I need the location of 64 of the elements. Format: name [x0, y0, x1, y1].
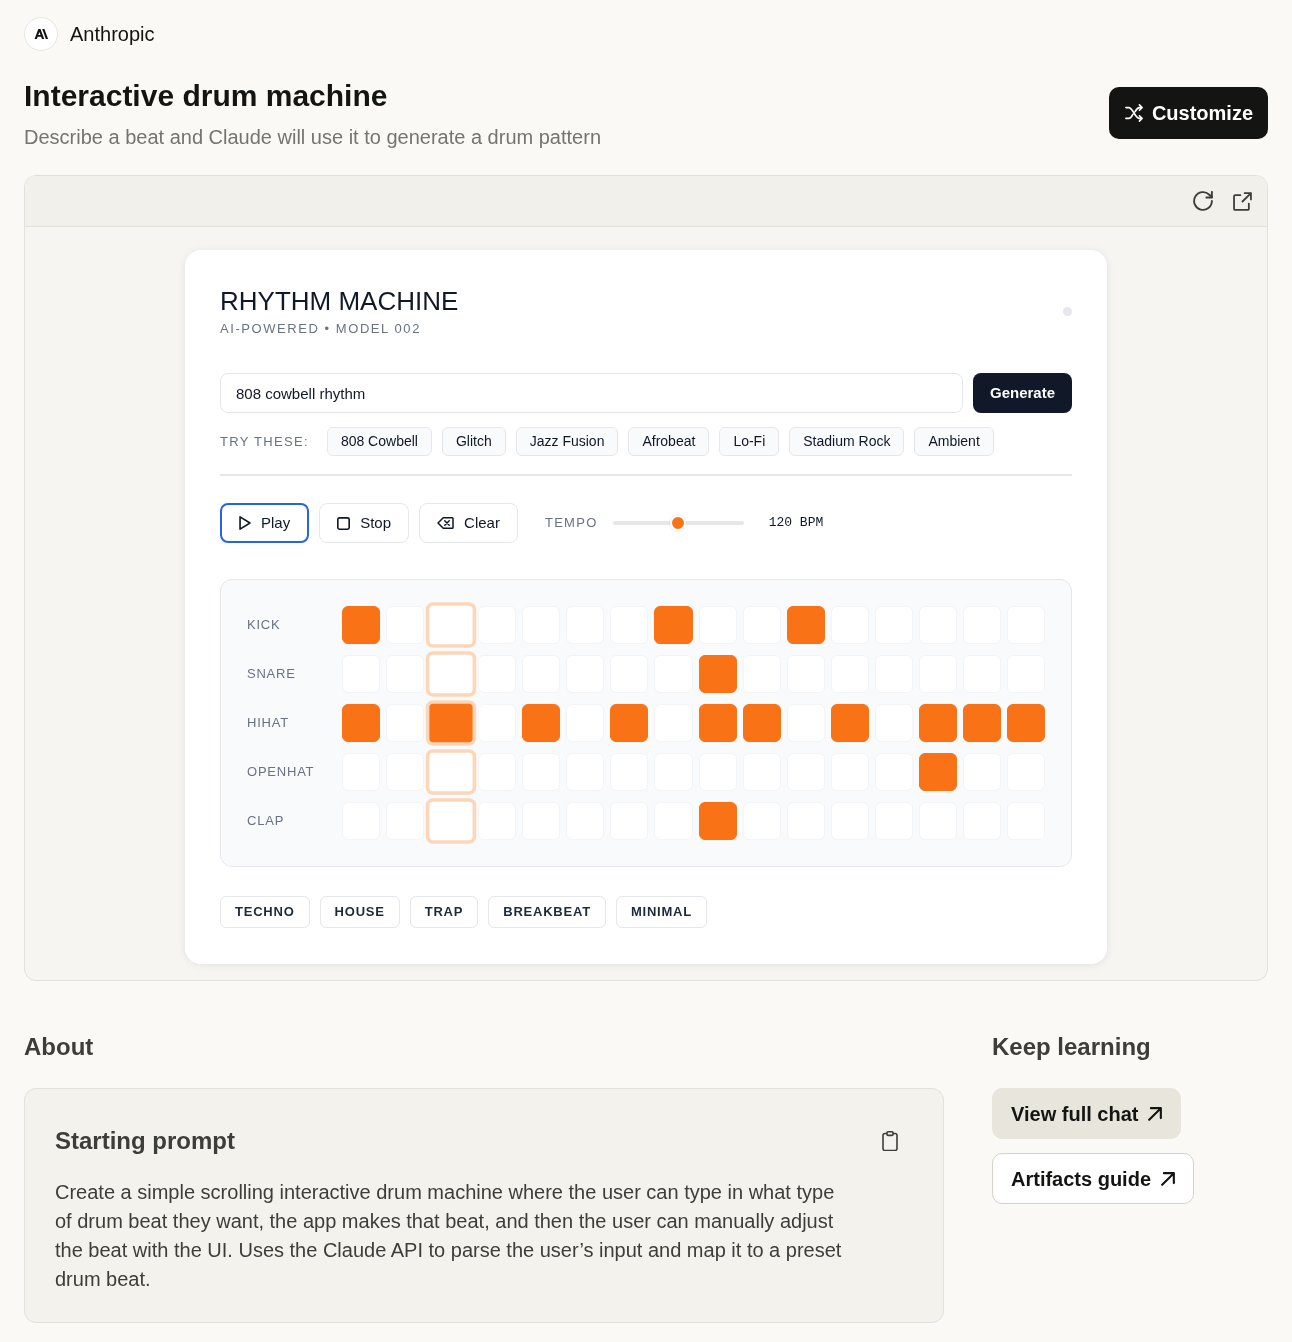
step-cell[interactable] [610, 704, 649, 742]
logo-icon [24, 17, 58, 51]
suggestion-chip[interactable]: Lo-Fi [719, 427, 780, 456]
step-cell[interactable] [918, 704, 957, 742]
backspace-icon [437, 517, 455, 529]
suggestions-label: TRY THESE: [220, 432, 309, 451]
step-cell[interactable] [786, 606, 825, 644]
tempo-slider[interactable] [612, 515, 744, 531]
play-button[interactable]: Play [220, 503, 310, 543]
step-cell[interactable] [962, 704, 1001, 742]
preset-button[interactable]: HOUSE [319, 896, 400, 928]
play-icon [239, 516, 251, 530]
track-label: OPENHAT [247, 763, 316, 782]
suggestion-chip[interactable]: Afrobeat [628, 427, 710, 456]
arrow-up-right-icon [1161, 1171, 1176, 1186]
link-button[interactable]: View full chat [992, 1088, 1182, 1139]
prompt-text: Create a simple scrolling interactive drum machine where the user can type in what type of drum beat they want, the app makes that beat, and then the user can manually adjust the beat with the UI. Uses the Claude API to parse the user’s input and map it to a preset drum beat. [55, 1180, 843, 1292]
app-subtitle: AI-POWERED • MODEL 002 [220, 321, 422, 337]
square-icon [337, 516, 351, 530]
stop-button[interactable]: Stop [319, 503, 410, 543]
step-cell[interactable] [342, 704, 381, 742]
preset-button[interactable]: TECHNO [220, 896, 310, 928]
preset-button[interactable]: TRAP [409, 896, 479, 928]
link-button[interactable]: Artifacts guide [992, 1153, 1195, 1204]
generate-button[interactable]: Generate [973, 373, 1072, 413]
track-label: HIHAT [247, 714, 290, 733]
brand-name: Anthropic [70, 22, 155, 46]
preset-button[interactable]: MINIMAL [615, 896, 707, 928]
page-subtitle: Describe a beat and Claude will use it to generate a drum pattern [24, 125, 601, 150]
step-cell[interactable] [830, 704, 869, 742]
step-cell[interactable] [918, 753, 957, 791]
track-label: KICK [247, 616, 282, 635]
suggestion-chip[interactable]: Ambient [914, 427, 994, 456]
page-title: Interactive drum machine [24, 78, 389, 114]
step-cell[interactable] [522, 704, 561, 742]
preset-button[interactable]: BREAKBEAT [488, 896, 606, 928]
track-label: CLAP [247, 812, 286, 831]
step-cell[interactable] [654, 606, 693, 644]
step-cell[interactable] [698, 704, 737, 742]
step-cell[interactable] [698, 655, 737, 693]
suggestion-chip[interactable]: Glitch [441, 427, 506, 456]
clipboard-icon[interactable] [881, 1131, 899, 1151]
step-cell[interactable] [742, 704, 781, 742]
slider-thumb[interactable] [670, 515, 687, 531]
tempo-reading: 120 BPM [768, 514, 824, 533]
step-cell[interactable] [342, 606, 381, 644]
section-heading: About [24, 1033, 95, 1061]
suggestion-chip[interactable]: Stadium Rock [789, 427, 905, 456]
suggestion-chip[interactable]: Jazz Fusion [515, 427, 619, 456]
step-cell[interactable] [698, 802, 737, 840]
clear-button[interactable]: Clear [419, 503, 518, 543]
shuffle-icon [1123, 104, 1144, 122]
prompt-field[interactable]: 808 cowbell rhythm [220, 373, 963, 413]
step-cell[interactable] [1006, 704, 1045, 742]
track-label: SNARE [247, 665, 297, 684]
suggestion-chip[interactable]: 808 Cowbell [326, 427, 432, 456]
prompt-card-title: Starting prompt [55, 1126, 235, 1156]
external-link-icon[interactable] [1233, 191, 1252, 211]
tempo-label: TEMPO [544, 514, 598, 533]
app-title: RHYTHM MACHINE [220, 285, 459, 317]
section-heading: Keep learning [992, 1033, 1152, 1061]
refresh-icon[interactable] [1193, 191, 1213, 211]
customize-button[interactable]: Customize [1108, 87, 1268, 139]
arrow-up-right-icon [1148, 1106, 1163, 1121]
